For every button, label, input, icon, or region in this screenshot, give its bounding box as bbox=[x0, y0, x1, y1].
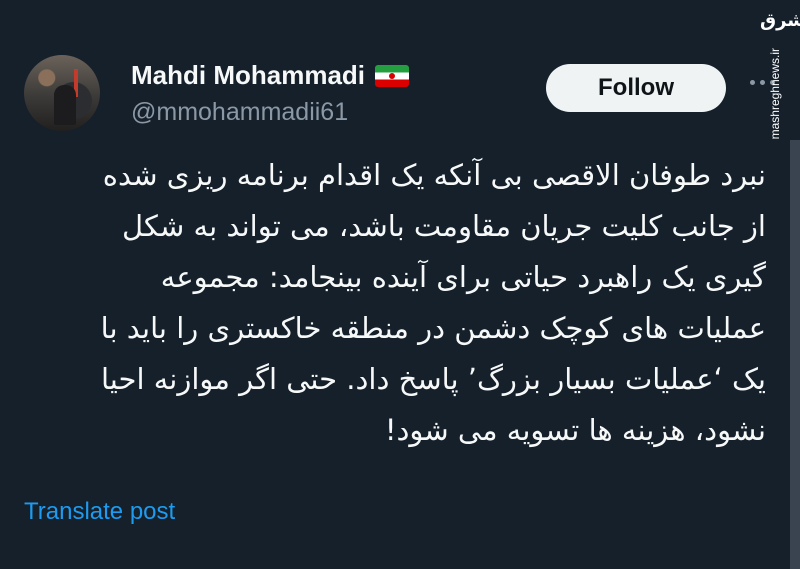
tweet-text: نبرد طوفان الاقصی بی آنکه یک اقدام برنام… bbox=[24, 150, 766, 456]
translate-post-link[interactable]: Translate post bbox=[24, 498, 175, 526]
follow-button[interactable]: Follow bbox=[546, 64, 726, 112]
author-handle[interactable]: @mmohammadii61 bbox=[131, 98, 348, 127]
scrollbar[interactable] bbox=[790, 140, 800, 569]
tweet-line: از جانب کلیت جریان مقاومت باشد، می تواند… bbox=[122, 209, 766, 243]
watermark: مشرق mashreghnews.ir bbox=[760, 10, 800, 140]
tweet-line: نبرد طوفان الاقصی بی آنکه یک اقدام برنام… bbox=[102, 158, 766, 192]
avatar-figure bbox=[54, 85, 76, 125]
watermark-logo: مشرق bbox=[760, 10, 800, 31]
iran-flag-icon bbox=[375, 64, 410, 87]
more-dot bbox=[750, 80, 755, 85]
author-avatar[interactable] bbox=[24, 55, 100, 131]
author-name-row: Mahdi Mohammadi bbox=[131, 60, 410, 91]
tweet-line: عملیات های کوچک دشمن در منطقه خاکستری را… bbox=[100, 311, 766, 345]
tweet-line: یک ‘عملیات بسیار بزرگ’ پاسخ داد. حتی اگر… bbox=[100, 362, 766, 396]
tweet-line: گیری یک راهبرد حیاتی برای آینده بینجامد:… bbox=[160, 260, 766, 294]
watermark-url: mashreghnews.ir bbox=[768, 48, 782, 140]
tweet-line: نشود، هزینه ها تسویه می شود! bbox=[384, 413, 766, 447]
author-display-name[interactable]: Mahdi Mohammadi bbox=[131, 60, 365, 91]
